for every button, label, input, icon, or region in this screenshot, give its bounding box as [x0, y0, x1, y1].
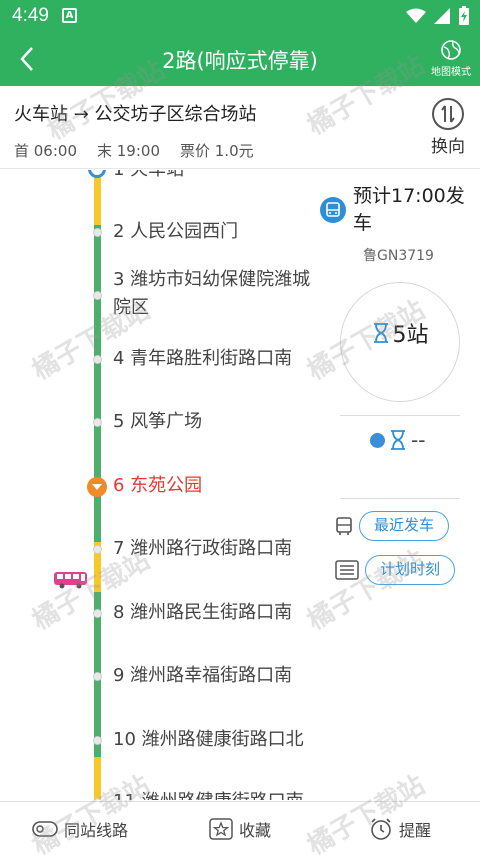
list-icon: [335, 560, 359, 580]
swap-arrows-icon: [432, 98, 464, 130]
station-node: [93, 798, 102, 800]
station-node: [93, 609, 102, 618]
current-station-marker: [87, 477, 107, 497]
tab-label: 提醒: [398, 820, 431, 840]
first-bus-time: 首 06:00: [14, 142, 77, 160]
station-node: [93, 418, 102, 427]
app-bar: 2路(响应式停靠) 地图模式: [0, 33, 480, 86]
hourglass-icon: [373, 323, 388, 343]
station-item[interactable]: 5 风筝广场: [113, 408, 328, 436]
tab-favorite[interactable]: 收藏: [160, 802, 320, 855]
schedule-button[interactable]: 计划时刻: [365, 555, 456, 585]
hourglass-icon: [391, 430, 405, 450]
license-plate: 鲁GN3719: [363, 248, 434, 264]
stops-away: 5站: [392, 323, 429, 348]
station-item[interactable]: 11 潍州路健康街路口南: [113, 788, 328, 800]
star-icon: [209, 817, 233, 840]
next-bus-info: --: [370, 428, 425, 452]
station-node: [93, 228, 102, 237]
alarm-clock-icon: [371, 817, 391, 840]
page-title: 2路(响应式停靠): [162, 49, 318, 73]
eta-text: 预计17:00发车: [353, 185, 465, 234]
station-node: [93, 545, 102, 554]
station-node: [93, 672, 102, 681]
globe-icon: [441, 40, 461, 60]
station-item[interactable]: 8 潍州路民生街路口南: [113, 599, 328, 627]
route-info: 首 06:00 末 19:00 票价 1.0元: [14, 140, 254, 161]
signal-icon: [434, 8, 450, 24]
fare: 票价 1.0元: [180, 142, 254, 160]
map-mode-button[interactable]: 地图模式: [428, 37, 474, 78]
app-notification-icon: A: [62, 8, 77, 23]
dot-icon: [370, 432, 385, 448]
tab-same-stop-lines[interactable]: 同站线路: [0, 802, 160, 855]
battery-icon: [459, 6, 469, 25]
map-mode-label: 地图模式: [431, 67, 471, 78]
system-indicators: [406, 6, 470, 26]
tab-label: 同站线路: [63, 820, 128, 840]
tab-remind[interactable]: 提醒: [320, 802, 480, 855]
bus-icon: [320, 197, 346, 223]
status-time: 4:49: [12, 5, 49, 26]
recent-departure-button[interactable]: 最近发车: [359, 511, 450, 541]
station-item[interactable]: 10 潍州路健康街路口北: [113, 726, 328, 754]
recent-departure-row: 最近发车: [335, 511, 450, 541]
station-item[interactable]: 7 潍州路行政街路口南: [113, 535, 328, 563]
station-node-start: [88, 170, 106, 178]
divider: [340, 498, 460, 499]
route-line-yellow-top: [94, 170, 101, 225]
last-bus-time: 末 19:00: [97, 142, 160, 160]
station-item[interactable]: 9 潍州路幸福街路口南: [113, 662, 328, 690]
station-item[interactable]: 4 青年路胜利街路口南: [113, 345, 328, 373]
station-item-current[interactable]: 6 东苑公园: [113, 472, 328, 500]
station-item[interactable]: 1 火车站: [113, 170, 328, 184]
schedule-row: 计划时刻: [335, 555, 456, 585]
bus-position-icon[interactable]: [53, 570, 89, 590]
route-direction: 火车站 → 公交坊子区综合场站: [14, 104, 257, 125]
station-node: [93, 736, 102, 745]
route-header: 火车站 → 公交坊子区综合场站 首 06:00 末 19:00 票价 1.0元 …: [0, 86, 480, 169]
route-switch-icon: [32, 820, 58, 837]
station-item[interactable]: 2 人民公园西门: [113, 218, 328, 246]
station-item[interactable]: 3 潍坊市妇幼保健院潍城院区: [113, 266, 328, 322]
station-node: [93, 355, 102, 364]
swap-label: 换向: [431, 137, 465, 157]
next-bus-value: --: [411, 428, 426, 452]
wifi-icon: [406, 8, 426, 23]
bottom-nav: 同站线路 收藏 提醒: [0, 801, 480, 855]
stops-away-ring: 5站: [340, 282, 460, 402]
station-node: [93, 291, 102, 300]
swap-direction-button[interactable]: 换向: [428, 98, 468, 157]
divider: [340, 415, 460, 416]
status-bar: 4:49 A: [0, 0, 480, 33]
tab-label: 收藏: [238, 820, 271, 840]
bus-outline-icon: [336, 517, 352, 535]
route-line-yellow-bottom: [94, 757, 101, 800]
